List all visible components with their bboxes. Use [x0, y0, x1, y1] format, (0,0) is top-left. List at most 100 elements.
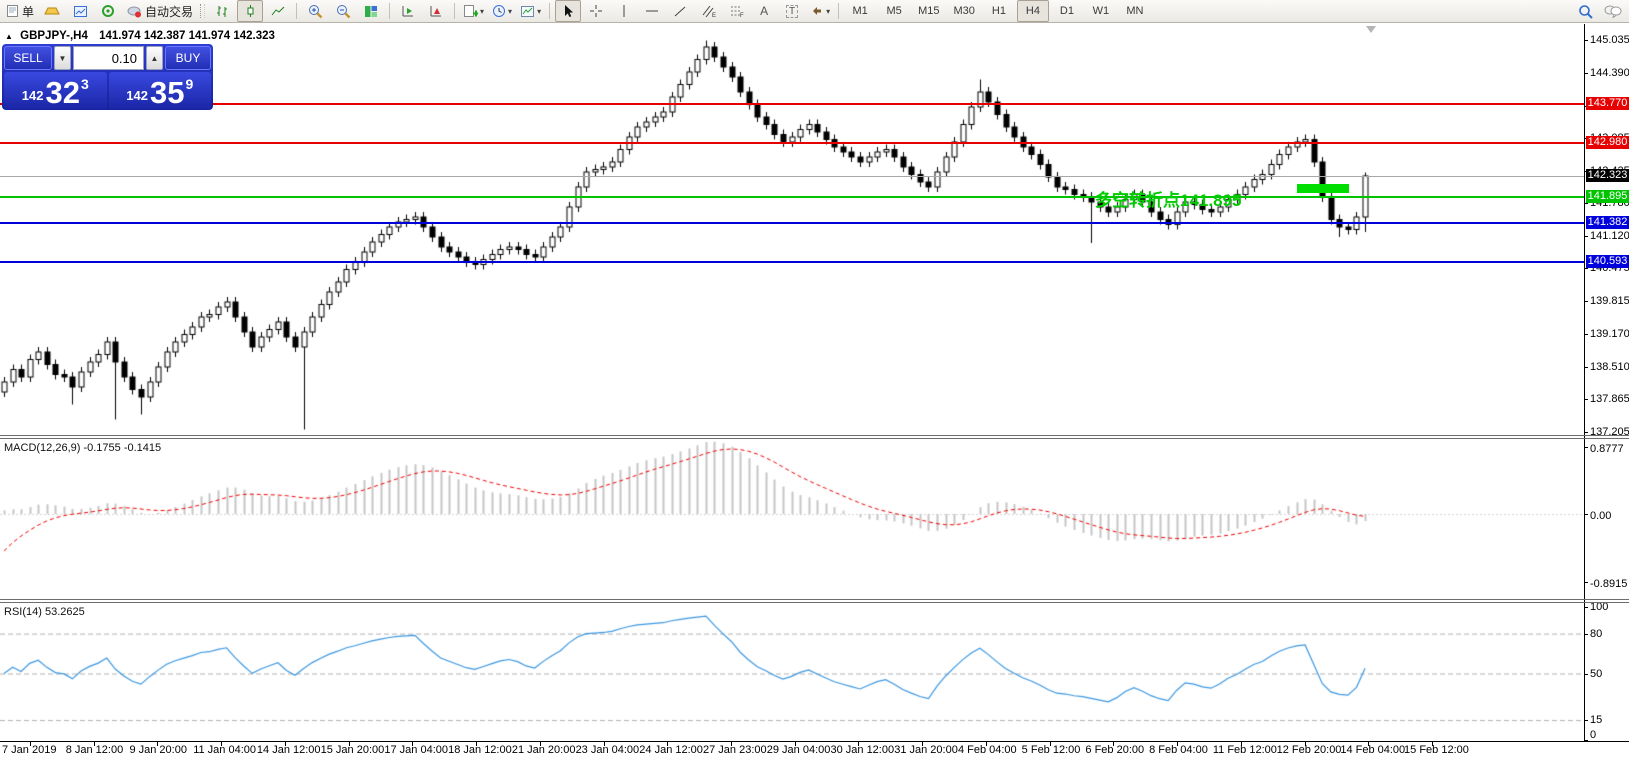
auto-trading-button[interactable]: 自动交易: [123, 0, 196, 22]
horizontal-line[interactable]: [0, 222, 1584, 224]
volume-down-button[interactable]: ▼: [54, 46, 71, 70]
timeframe-d1-button[interactable]: D1: [1051, 0, 1083, 22]
time-axis-label: 14 Jan 12:00: [256, 744, 321, 756]
time-axis-tick: [1241, 742, 1242, 746]
ohlc-values: 141.974 142.387 141.974 142.323: [99, 30, 275, 42]
timeframe-m15-button[interactable]: M15: [912, 0, 945, 22]
channel-tool-button[interactable]: E: [695, 0, 721, 22]
gold-bar-icon: [44, 5, 60, 17]
price-axis-tick: [1584, 367, 1588, 368]
zoom-out-button[interactable]: [330, 0, 356, 22]
timeframe-m30-button[interactable]: M30: [948, 0, 981, 22]
horizontal-line[interactable]: [0, 261, 1584, 263]
indicators-button[interactable]: ▾: [460, 0, 487, 22]
time-axis-tick: [30, 742, 31, 746]
horizontal-line-tool-button[interactable]: [639, 0, 665, 22]
time-axis-tick: [604, 742, 605, 746]
gold-button[interactable]: [39, 0, 65, 22]
time-axis-tick: [1368, 742, 1369, 746]
line-chart-button[interactable]: [265, 0, 291, 22]
scroll-end-marker-icon[interactable]: [1366, 26, 1376, 33]
cursor-tool-button[interactable]: [555, 0, 582, 22]
time-axis-label: 14 Feb 04:00: [1340, 744, 1406, 756]
zoom-in-button[interactable]: [302, 0, 328, 22]
timeframe-w1-button[interactable]: W1: [1085, 0, 1117, 22]
fibonacci-icon: F: [729, 4, 744, 18]
timeframe-mn-button[interactable]: MN: [1119, 0, 1151, 22]
macd-panel-canvas[interactable]: [0, 439, 1584, 598]
cursor-icon: [562, 4, 574, 18]
trendline-tool-button[interactable]: [667, 0, 693, 22]
periods-button[interactable]: ▾: [489, 0, 515, 22]
price-level-label: 141.895: [1586, 190, 1629, 203]
label-tool-button[interactable]: T: [779, 0, 805, 22]
symbol-period-label: GBPJPY-,H4: [20, 30, 88, 42]
sell-price-sup: 3: [80, 76, 89, 92]
time-axis-label: 15 Jan 20:00: [320, 744, 385, 756]
sell-price-tile[interactable]: 142 32 3: [4, 72, 107, 110]
price-axis-tick-label: 138.510: [1590, 361, 1629, 373]
panel-separator[interactable]: [0, 438, 1629, 439]
pivot-annotation-text[interactable]: 多空转折点141.895: [1095, 186, 1241, 211]
price-chart-canvas[interactable]: [0, 27, 1584, 434]
collapse-arrow-icon[interactable]: ▲: [5, 32, 13, 41]
time-axis-label: 15 Feb 12:00: [1404, 744, 1469, 756]
market-watch-button[interactable]: [67, 0, 93, 22]
vertical-line-tool-button[interactable]: [611, 0, 637, 22]
time-axis-line: [0, 741, 1629, 742]
price-axis-tick: [1584, 432, 1588, 433]
tile-windows-button[interactable]: [358, 0, 384, 22]
new-order-button[interactable]: 单: [3, 0, 37, 22]
sell-button[interactable]: SELL: [4, 46, 52, 70]
auto-scroll-button[interactable]: [395, 0, 421, 22]
horizontal-line[interactable]: [0, 103, 1584, 105]
fibonacci-tool-button[interactable]: F: [723, 0, 749, 22]
timeframe-h1-button[interactable]: H1: [983, 0, 1015, 22]
horizontal-line[interactable]: [0, 196, 1584, 198]
time-axis-label: 29 Jan 04:00: [766, 744, 831, 756]
bar-chart-button[interactable]: [209, 0, 235, 22]
new-order-icon: [6, 4, 19, 18]
text-icon: A: [760, 4, 769, 18]
chat-button[interactable]: [1600, 0, 1626, 22]
panel-separator[interactable]: [0, 599, 1629, 600]
timeframe-m1-button[interactable]: M1: [844, 0, 876, 22]
candlestick-chart-button[interactable]: [237, 0, 264, 22]
chart-shift-icon: [429, 5, 443, 18]
text-label-icon: T: [786, 4, 799, 18]
timeframe-h4-button[interactable]: H4: [1016, 0, 1049, 22]
buy-price-tile[interactable]: 142 35 9: [108, 72, 211, 110]
panel-separator[interactable]: [0, 435, 1629, 436]
price-axis-tick-label: 141.120: [1590, 230, 1629, 242]
search-icon: [1578, 4, 1593, 19]
time-axis-tick: [795, 742, 796, 746]
time-axis-label: 17 Jan 04:00: [384, 744, 448, 756]
time-axis-tick: [476, 742, 477, 746]
time-axis-label: 11 Feb 12:00: [1212, 744, 1277, 756]
crosshair-tool-button[interactable]: [583, 0, 609, 22]
panel-separator[interactable]: [0, 602, 1629, 603]
price-axis-tick: [1584, 268, 1588, 269]
price-axis-tick-label: 139.170: [1590, 328, 1629, 340]
price-level-label: 142.980: [1586, 136, 1629, 149]
buy-button[interactable]: BUY: [165, 46, 211, 70]
signals-button[interactable]: [95, 0, 121, 22]
rsi-panel-canvas[interactable]: [0, 603, 1584, 741]
search-button[interactable]: [1572, 0, 1598, 22]
price-axis-tick: [1584, 73, 1588, 74]
price-level-label: 143.770: [1586, 97, 1629, 110]
equidistant-channel-icon: E: [701, 4, 716, 18]
new-order-label: 单: [22, 4, 35, 19]
volume-up-button[interactable]: ▲: [146, 46, 163, 70]
candlestick-chart-icon: [244, 4, 257, 18]
text-tool-button[interactable]: A: [751, 0, 777, 22]
arrows-tool-button[interactable]: ▾: [807, 0, 833, 22]
signal-icon: [101, 4, 115, 18]
horizontal-line[interactable]: [0, 142, 1584, 144]
templates-button[interactable]: ▾: [517, 0, 544, 22]
chart-shift-button[interactable]: [423, 0, 449, 22]
timeframe-m5-button[interactable]: M5: [878, 0, 910, 22]
volume-input[interactable]: [73, 46, 144, 70]
svg-text:E: E: [712, 13, 716, 18]
pivot-marker-rect[interactable]: [1297, 184, 1349, 193]
